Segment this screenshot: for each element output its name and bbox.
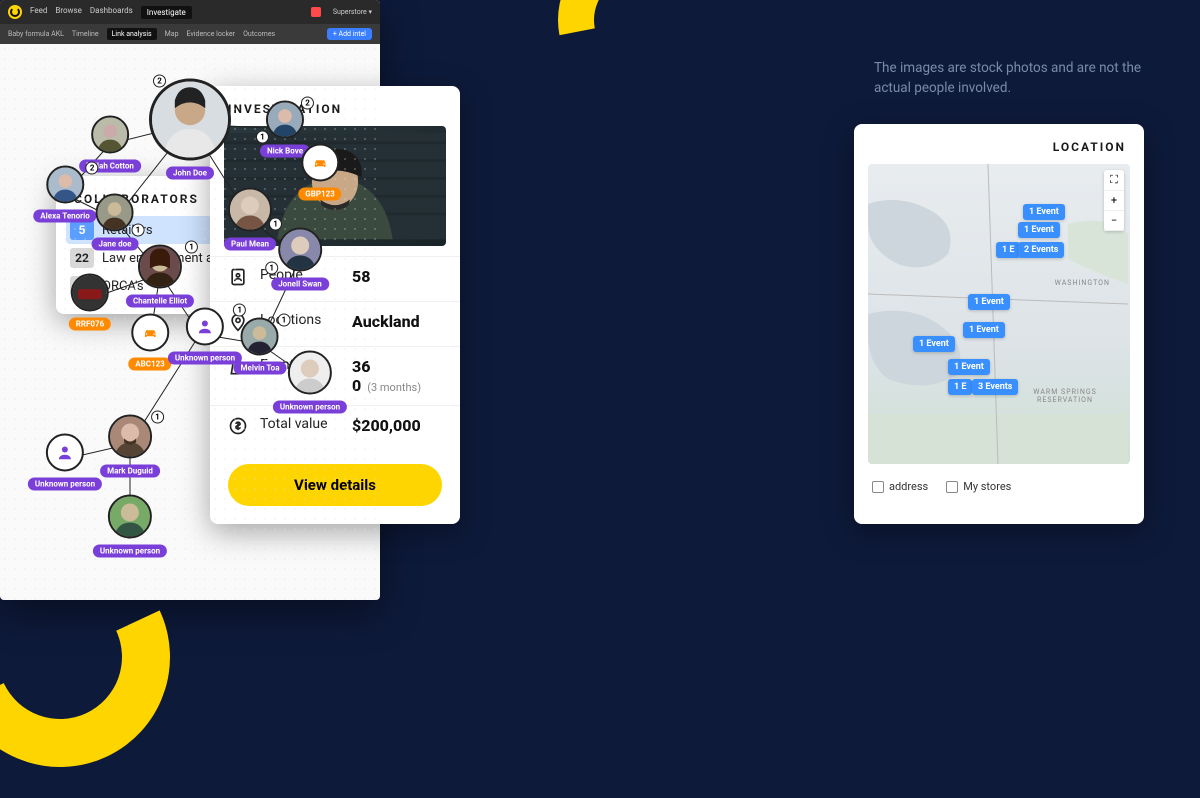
map-view[interactable]: WASHINGTON WARM SPRINGS RESERVATION ⛶ + … [868,164,1130,464]
node-john-doe[interactable]: John Doe 2 [149,79,231,180]
event-pin[interactable]: 1 E [948,379,972,395]
node-label: Mark Duguid [100,465,160,478]
avatar [138,245,182,289]
main-nav: Feed Browse Dashboards Investigate [30,6,192,19]
node-vehicle-gbp[interactable]: GBP123 [298,144,341,201]
map-legend: address My stores [854,474,1144,499]
node-label: Jonell Swan [271,278,329,291]
node-vehicle-abc[interactable]: ABC123 [128,314,171,371]
nav-browse[interactable]: Browse [55,6,82,19]
nav-investigate[interactable]: Investigate [141,6,192,19]
avatar [149,79,231,161]
zoom-in-icon[interactable]: + [1104,191,1124,211]
person-icon [186,308,224,346]
tab-case[interactable]: Baby formula AKL [8,30,64,38]
tab-timeline[interactable]: Timeline [72,30,99,38]
event-pin[interactable]: 1 Event [963,322,1005,338]
vehicle-photo [71,274,109,312]
node-label: Paul Mean [224,238,276,251]
zoom-out-icon[interactable]: − [1104,211,1124,231]
node-label: Unknown person [28,478,102,491]
event-pin[interactable]: 1 Event [1018,222,1060,238]
app-logo-icon[interactable] [8,5,22,19]
avatar [278,228,322,272]
node-label: Unknown person [273,401,347,414]
avatar [46,166,84,204]
node-label: John Doe [166,167,214,180]
avatar [228,188,272,232]
event-pin[interactable]: 1 E [996,242,1020,258]
person-icon [46,434,84,472]
node-alexa[interactable]: Alexa Tenorio 2 [33,166,96,223]
tab-link-analysis[interactable]: Link analysis [107,28,157,40]
node-unknown-2[interactable]: Unknown person [273,351,347,414]
event-pin[interactable]: 2 Events [1018,242,1064,258]
graph-canvas[interactable]: John Doe 2 Tallah Cotton Alexa Tenorio 2… [0,44,380,600]
app-topbar: Feed Browse Dashboards Investigate Super… [0,0,380,24]
node-vehicle-rrf[interactable]: RRF076 [69,274,111,331]
legend-mystores[interactable]: My stores [946,480,1011,493]
map-controls: ⛶ + − [1104,170,1124,231]
node-unknown-1[interactable]: Unknown person 1 [168,308,242,365]
node-jane[interactable]: Jane doe 1 [92,194,139,251]
node-label: Unknown person [93,545,167,558]
map-terrain [868,164,1130,464]
avatar [108,495,152,539]
event-pin[interactable]: 1 Event [968,294,1010,310]
store-selector[interactable]: Superstore ▾ [333,8,372,16]
avatar [96,194,134,232]
tab-evidence[interactable]: Evidence locker [187,30,236,38]
node-unknown-4[interactable]: Unknown person [93,495,167,558]
event-pin[interactable]: 3 Events [972,379,1018,395]
map-region-label: WARM SPRINGS RESERVATION [1030,388,1100,404]
node-chantelle[interactable]: Chantelle Elliot 1 [126,245,194,308]
avatar [266,101,304,139]
disclaimer-text: The images are stock photos and are not … [874,58,1144,99]
add-intel-button[interactable]: + Add intel [327,28,372,40]
node-jonell[interactable]: Jonell Swan 1 [271,228,329,291]
tab-outcomes[interactable]: Outcomes [243,30,275,38]
event-pin[interactable]: 1 Event [1023,204,1065,220]
nav-feed[interactable]: Feed [30,6,47,19]
node-label: GBP123 [298,188,341,201]
tab-map[interactable]: Map [165,30,179,38]
decorative-arc [527,0,749,131]
node-label: RRF076 [69,318,111,331]
avatar [288,351,332,395]
location-title: LOCATION [854,124,1144,164]
notification-icon[interactable] [311,7,321,17]
location-card: LOCATION WASHINGTON WARM SPRINGS RESERVA… [854,124,1144,524]
event-pin[interactable]: 1 Event [948,359,990,375]
fullscreen-icon[interactable]: ⛶ [1104,170,1124,191]
node-label: ABC123 [128,358,171,371]
node-label: Unknown person [168,352,242,365]
car-icon [301,144,339,182]
car-icon [131,314,169,352]
event-pin[interactable]: 1 Event [913,336,955,352]
legend-address[interactable]: address [872,480,928,493]
avatar [91,116,129,154]
avatar [108,415,152,459]
node-label: Alexa Tenorio [33,210,96,223]
nav-dashboards[interactable]: Dashboards [90,6,133,19]
map-region-label: WASHINGTON [1055,279,1110,287]
node-label: Chantelle Elliot [126,295,194,308]
node-paul[interactable]: Paul Mean 1 [224,188,276,251]
node-mark[interactable]: Mark Duguid 1 [100,415,160,478]
link-analysis-panel: Feed Browse Dashboards Investigate Super… [0,0,380,600]
investigation-tabs: Baby formula AKL Timeline Link analysis … [0,24,380,44]
node-unknown-3[interactable]: Unknown person [28,434,102,491]
